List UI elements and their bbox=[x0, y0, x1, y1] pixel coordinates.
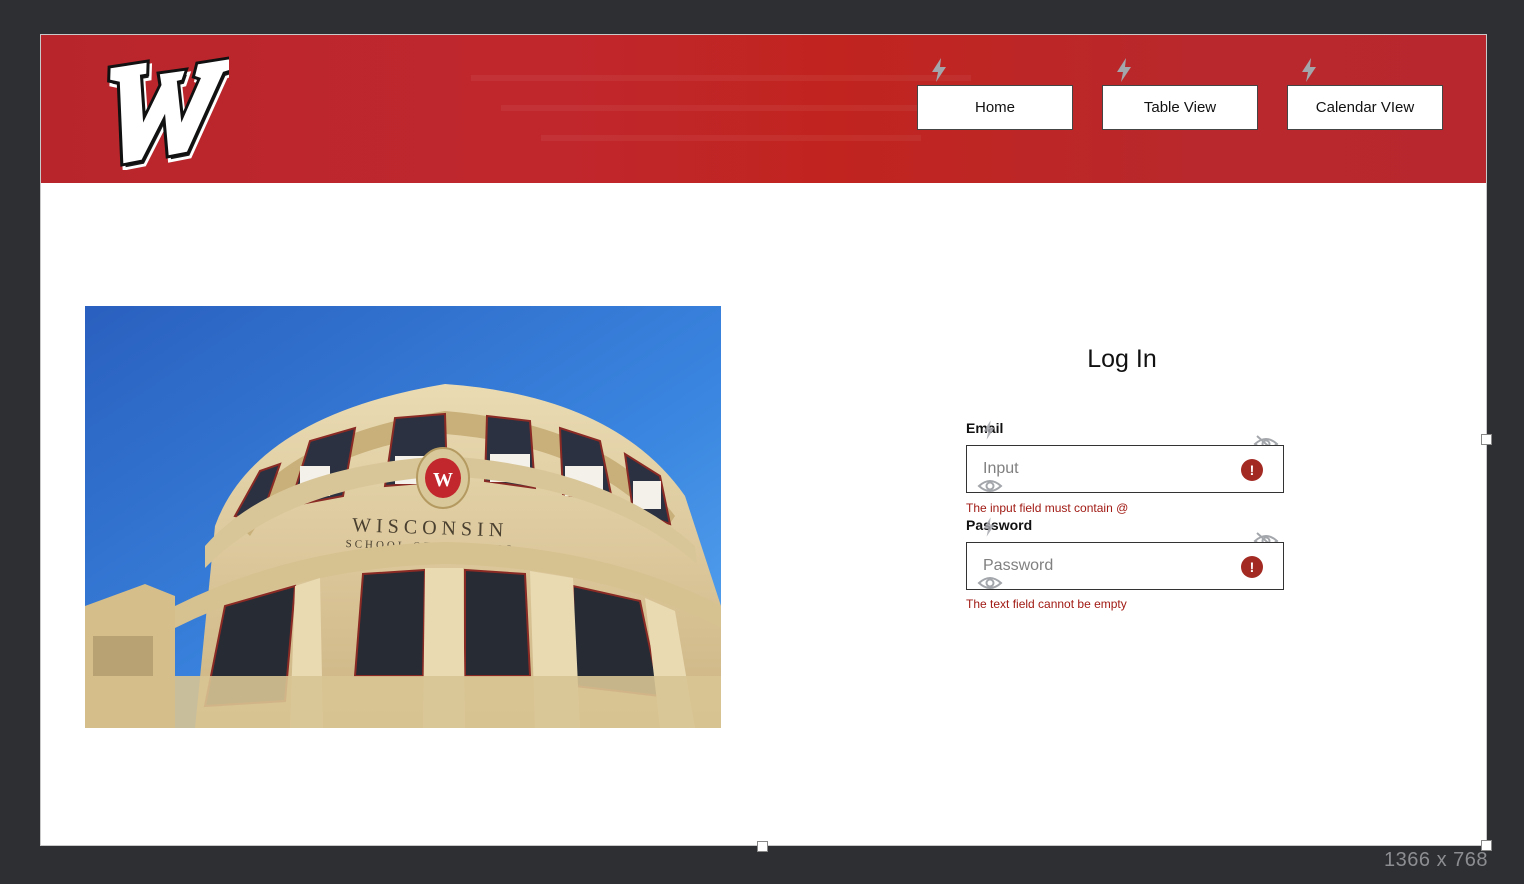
email-error-message: The input field must contain @ bbox=[966, 501, 1129, 515]
lightning-icon bbox=[932, 58, 946, 82]
nav-home-button[interactable]: Home bbox=[917, 85, 1073, 130]
error-icon: ! bbox=[1241, 459, 1263, 481]
header-texture bbox=[541, 135, 921, 141]
artboard: Home Table View Calendar VIew W WISCONSI… bbox=[40, 34, 1487, 846]
email-input[interactable] bbox=[968, 447, 1245, 491]
password-label: Password bbox=[966, 517, 1033, 533]
resize-handle-bottom[interactable] bbox=[757, 841, 768, 852]
lightning-icon bbox=[983, 517, 995, 537]
lightning-icon bbox=[983, 420, 995, 440]
building-photo: W WISCONSIN SCHOOL OF BUSINESS bbox=[85, 306, 721, 728]
eye-icon bbox=[977, 577, 1003, 589]
nav-table-view-button[interactable]: Table View bbox=[1102, 85, 1258, 130]
crest-letter: W bbox=[433, 469, 453, 491]
nav-calendar-view-button[interactable]: Calendar VIew bbox=[1287, 85, 1443, 130]
resize-handle-right[interactable] bbox=[1481, 434, 1492, 445]
password-error-message: The text field cannot be empty bbox=[966, 597, 1127, 611]
password-input[interactable] bbox=[968, 544, 1245, 588]
password-field[interactable]: ! bbox=[966, 542, 1284, 590]
header-texture bbox=[501, 105, 921, 111]
w-logo[interactable] bbox=[89, 45, 229, 170]
canvas-size-label: 1366 x 768 bbox=[1384, 849, 1488, 871]
header-bar: Home Table View Calendar VIew bbox=[41, 35, 1486, 183]
eye-icon bbox=[977, 480, 1003, 492]
login-title: Log In bbox=[1087, 345, 1157, 373]
email-field[interactable]: ! bbox=[966, 445, 1284, 493]
lightning-icon bbox=[1117, 58, 1131, 82]
error-icon: ! bbox=[1241, 556, 1263, 578]
header-texture bbox=[471, 75, 971, 81]
lightning-icon bbox=[1302, 58, 1316, 82]
